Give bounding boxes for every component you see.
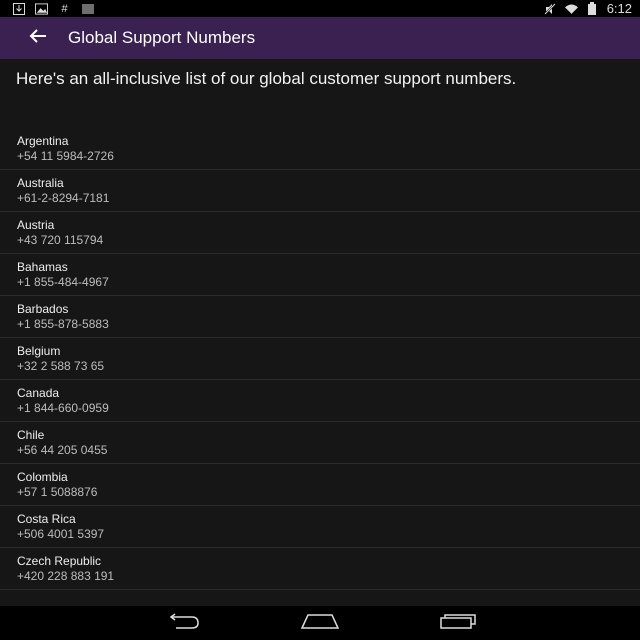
list-item[interactable]: Australia +61-2-8294-7181 — [0, 170, 640, 212]
nav-home-button[interactable] — [295, 608, 345, 638]
phone-number[interactable]: +43 720 115794 — [17, 233, 640, 247]
phone-number[interactable]: +420 228 883 191 — [17, 569, 640, 583]
intro-text: Here's an all-inclusive list of our glob… — [16, 69, 517, 88]
country-name: Colombia — [17, 470, 68, 484]
country-name: Chile — [17, 428, 45, 442]
battery-icon — [586, 2, 599, 15]
barcode-icon — [81, 2, 94, 15]
phone-number[interactable]: +56 44 205 0455 — [17, 443, 640, 457]
status-bar: # 6:12 — [0, 0, 640, 17]
country-name: Belgium — [17, 344, 61, 358]
hashtag-icon: # — [61, 2, 68, 15]
phone-number[interactable]: +57 1 5088876 — [17, 485, 640, 499]
back-nav-icon — [164, 612, 200, 634]
list-item[interactable]: Austria +43 720 115794 — [0, 212, 640, 254]
list-item[interactable]: Bahamas +1 855-484-4967 — [0, 254, 640, 296]
app-bar: Global Support Numbers — [0, 17, 640, 59]
list-item[interactable]: Argentina +54 11 5984-2726 — [0, 128, 640, 170]
country-name: Argentina — [17, 134, 69, 148]
country-name: Canada — [17, 386, 60, 400]
wifi-icon — [564, 2, 578, 15]
page-title: Global Support Numbers — [68, 28, 256, 47]
phone-number[interactable]: +32 2 588 73 65 — [17, 359, 640, 373]
phone-number[interactable]: +61-2-8294-7181 — [17, 191, 640, 205]
support-number-list: Argentina +54 11 5984-2726 Australia +61… — [0, 128, 640, 590]
list-item[interactable]: Costa Rica +506 4001 5397 — [0, 506, 640, 548]
nav-back-button[interactable] — [157, 608, 207, 638]
mute-icon — [544, 2, 557, 15]
download-icon — [12, 2, 25, 15]
country-name: Austria — [17, 218, 55, 232]
status-right-icons: 6:12 — [544, 1, 640, 16]
country-name: Barbados — [17, 302, 69, 316]
nav-recents-button[interactable] — [433, 608, 483, 638]
arrow-left-icon — [29, 28, 47, 49]
phone-number[interactable]: +1 844-660-0959 — [17, 401, 640, 415]
list-item[interactable]: Canada +1 844-660-0959 — [0, 380, 640, 422]
phone-number[interactable]: +1 855-878-5883 — [17, 317, 640, 331]
list-item[interactable]: Colombia +57 1 5088876 — [0, 464, 640, 506]
list-item[interactable]: Barbados +1 855-878-5883 — [0, 296, 640, 338]
photo-icon — [35, 2, 48, 15]
back-button[interactable] — [18, 18, 58, 58]
status-time: 6:12 — [606, 1, 632, 16]
recents-nav-icon — [440, 613, 476, 634]
home-nav-icon — [300, 613, 340, 634]
country-name: Czech Republic — [17, 554, 102, 568]
list-item[interactable]: Czech Republic +420 228 883 191 — [0, 548, 640, 590]
country-name: Bahamas — [17, 260, 68, 274]
country-name: Costa Rica — [17, 512, 76, 526]
list-item[interactable]: Belgium +32 2 588 73 65 — [0, 338, 640, 380]
country-name: Australia — [17, 176, 64, 190]
phone-number[interactable]: +54 11 5984-2726 — [17, 149, 640, 163]
status-left-icons: # — [0, 2, 94, 15]
navigation-bar — [0, 606, 640, 640]
phone-number[interactable]: +1 855-484-4967 — [17, 275, 640, 289]
phone-number[interactable]: +506 4001 5397 — [17, 527, 640, 541]
list-item[interactable]: Chile +56 44 205 0455 — [0, 422, 640, 464]
